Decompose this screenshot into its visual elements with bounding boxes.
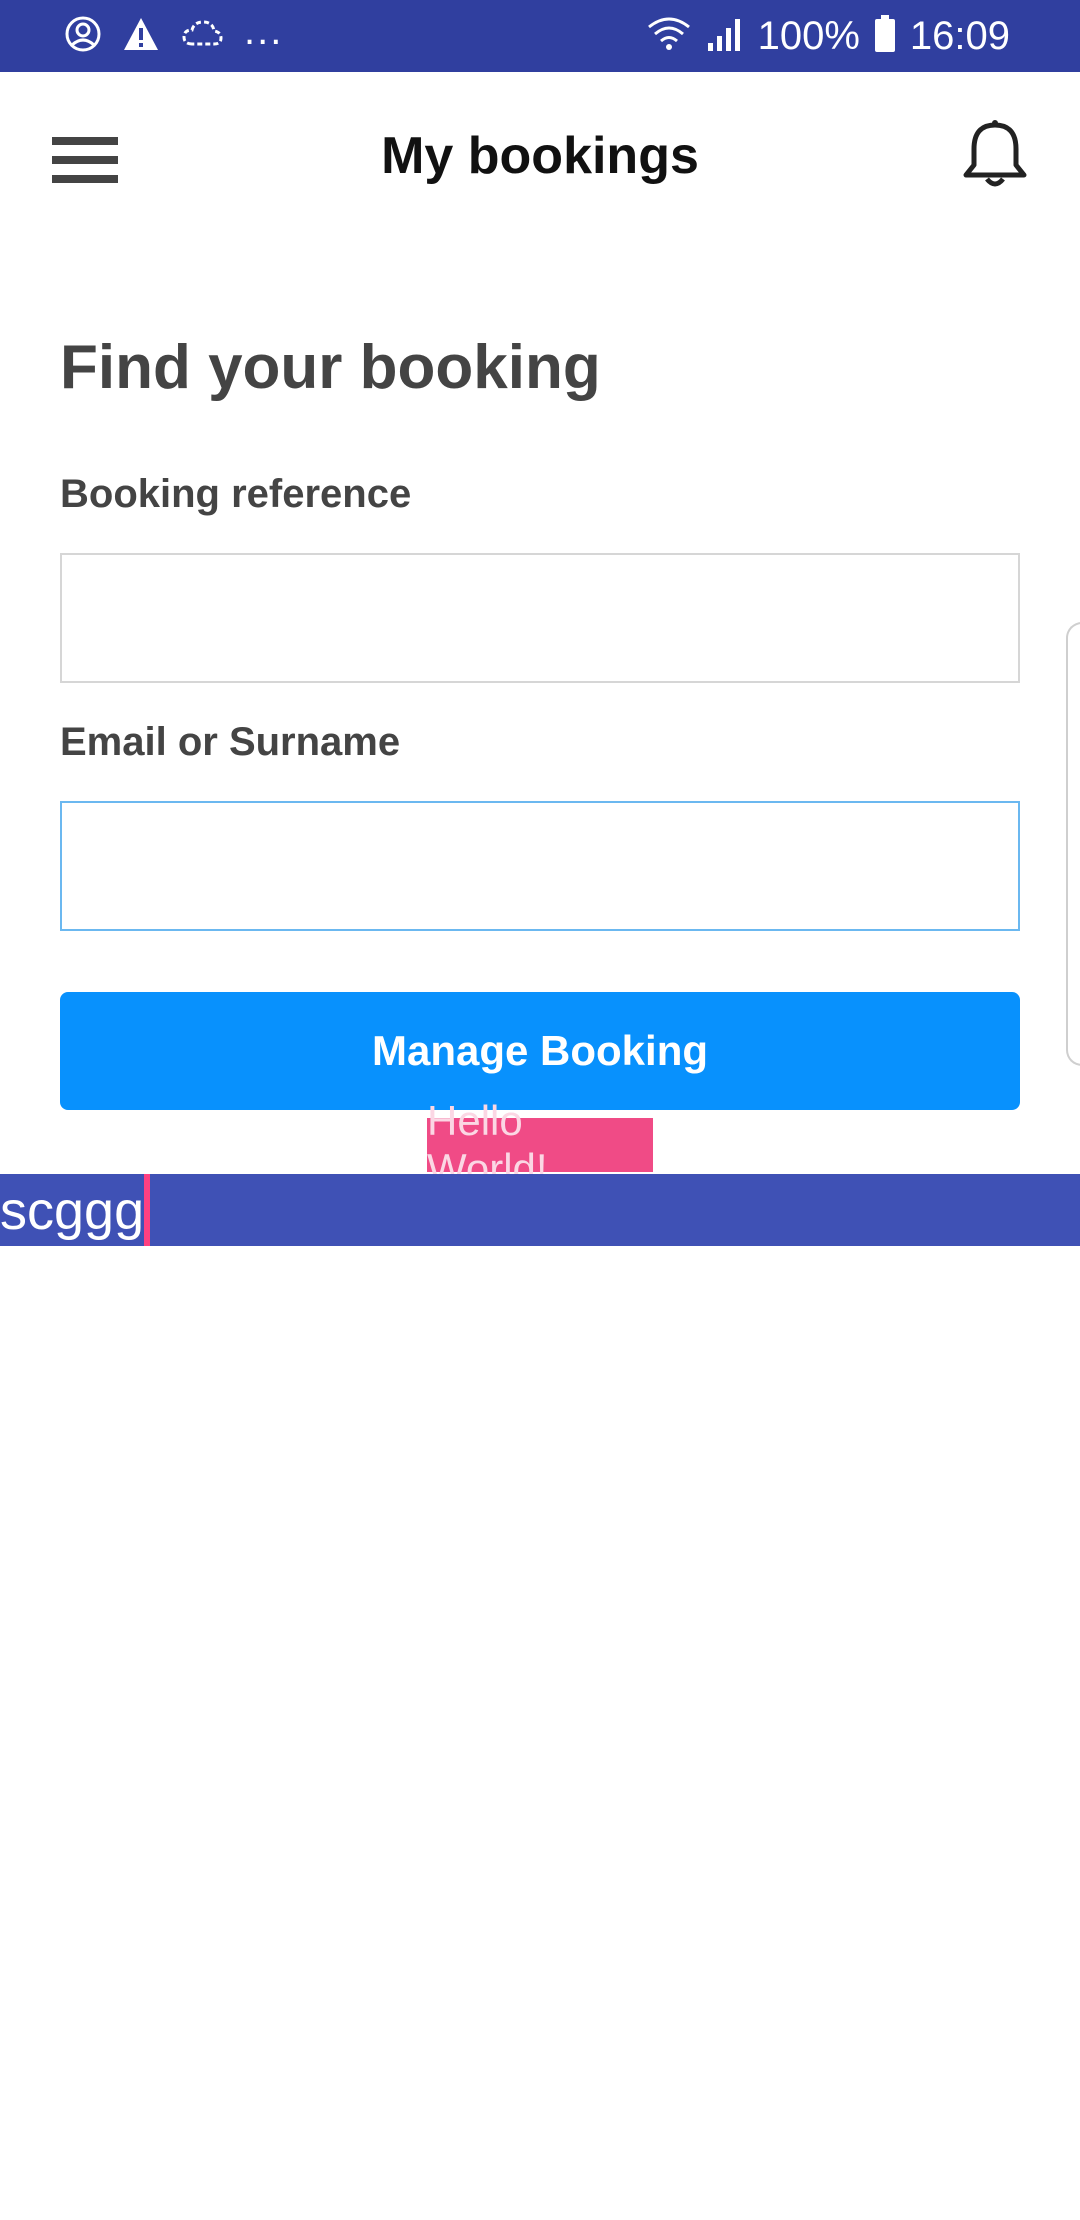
find-booking-heading: Find your booking bbox=[60, 333, 601, 402]
text-cursor bbox=[144, 1174, 150, 1246]
status-bar: ... 100% 16:09 bbox=[0, 0, 1080, 72]
account-circle-icon bbox=[64, 15, 102, 58]
clock: 16:09 bbox=[909, 13, 1010, 58]
side-panel-handle[interactable] bbox=[1066, 622, 1080, 1066]
bell-icon bbox=[960, 119, 1030, 196]
warning-icon bbox=[122, 16, 160, 57]
cloud-sync-icon bbox=[180, 16, 224, 57]
notifications-button[interactable] bbox=[950, 112, 1040, 202]
status-right-icons: 100% 16:09 bbox=[646, 12, 1010, 60]
overlay-text: scggg bbox=[0, 1181, 145, 1241]
wifi-icon bbox=[646, 15, 692, 58]
app-bar: My bookings bbox=[0, 72, 1080, 242]
battery-icon bbox=[874, 14, 896, 58]
manage-booking-button[interactable]: Manage Booking bbox=[60, 992, 1020, 1110]
cellular-signal-icon bbox=[706, 15, 744, 58]
email-or-surname-input[interactable] bbox=[60, 801, 1020, 931]
more-notifications-indicator: ... bbox=[244, 8, 284, 53]
email-or-surname-label: Email or Surname bbox=[60, 720, 401, 764]
status-left-icons: ... bbox=[64, 8, 284, 60]
page-title: My bookings bbox=[381, 127, 699, 185]
booking-reference-label: Booking reference bbox=[60, 472, 412, 516]
hello-world-toast: Hello World! bbox=[427, 1097, 653, 1192]
booking-reference-input[interactable] bbox=[60, 553, 1020, 683]
text-overlay-bar[interactable]: scggg bbox=[0, 1174, 1080, 1246]
battery-percentage: 100% bbox=[757, 13, 860, 58]
